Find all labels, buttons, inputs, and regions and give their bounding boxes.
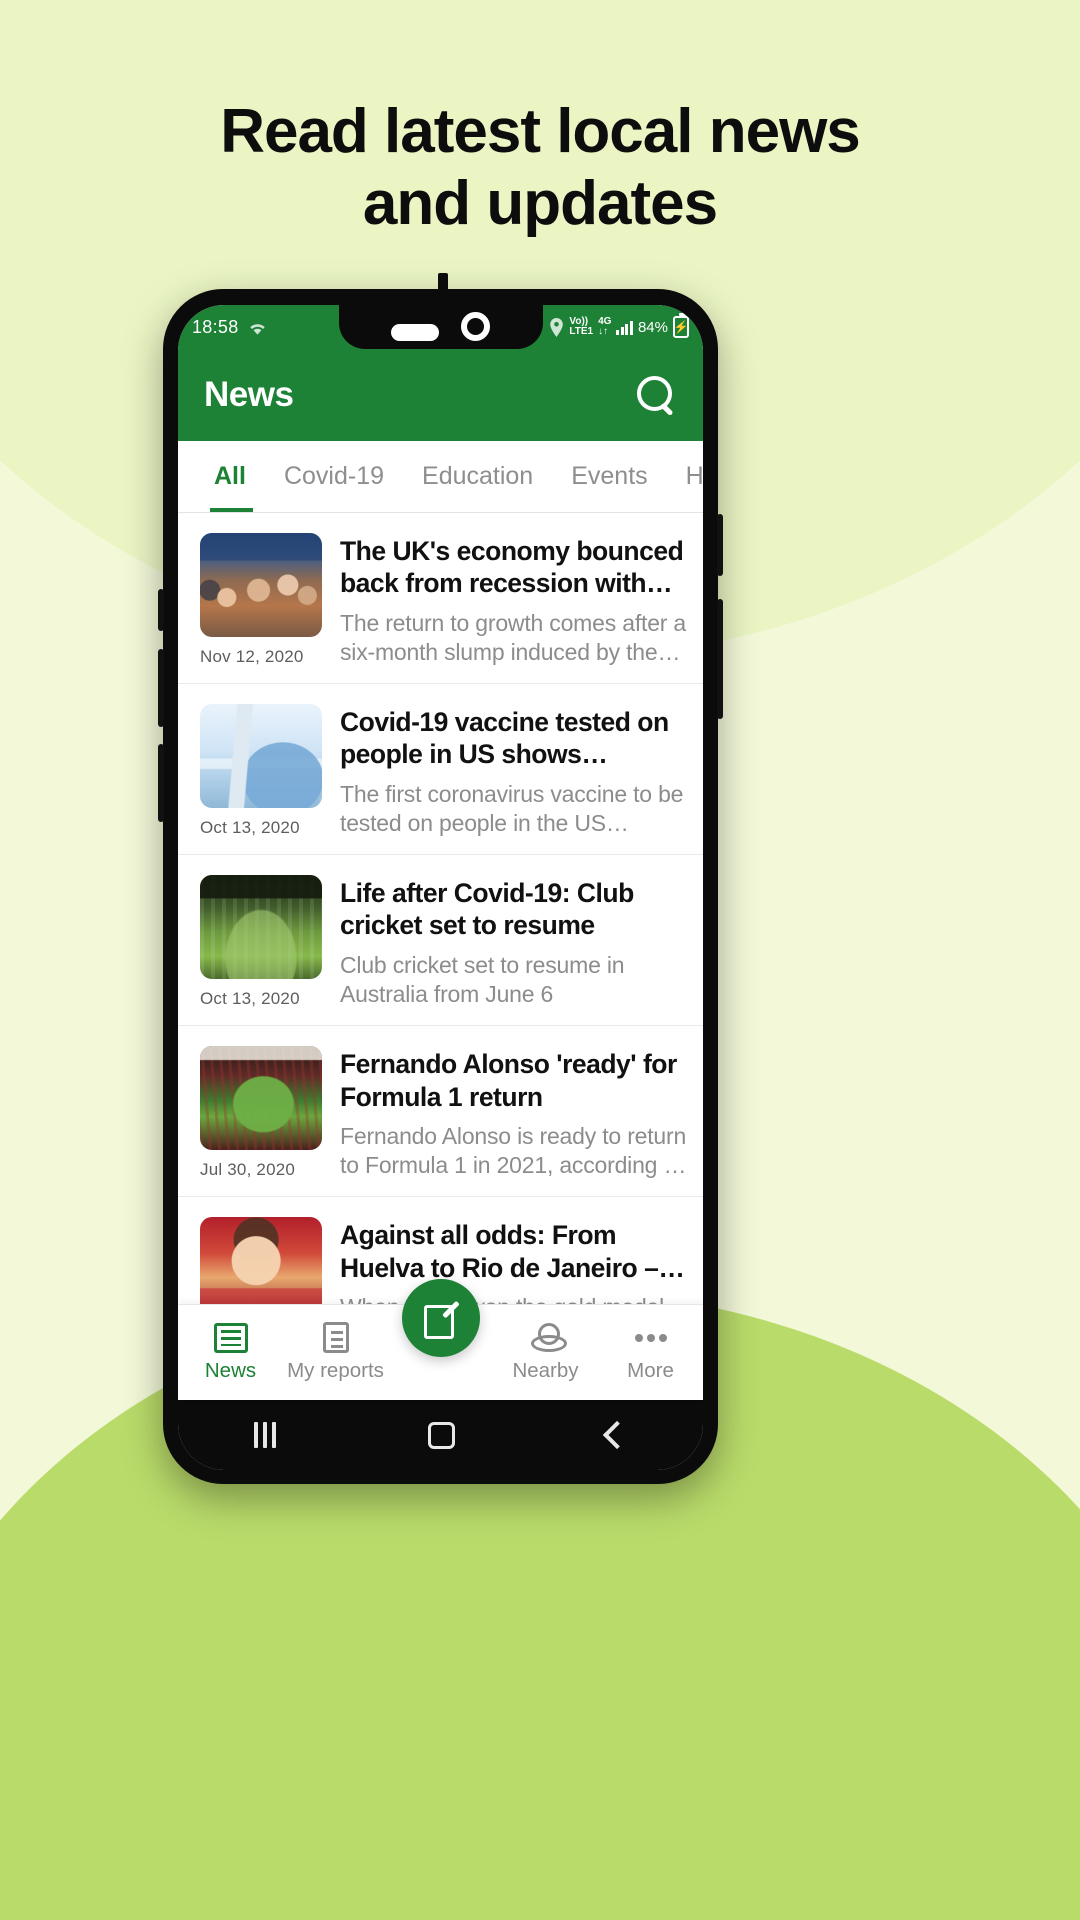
- phone-button-left-2: [158, 649, 164, 727]
- news-title: The UK's economy bounced back from reces…: [340, 536, 684, 599]
- signal-bars-icon: [616, 320, 633, 335]
- news-text-column: Life after Covid-19: Club cricket set to…: [340, 875, 687, 1009]
- tab-all[interactable]: All: [178, 441, 265, 512]
- phone-notch: [338, 305, 543, 349]
- tab-education[interactable]: Education: [403, 441, 552, 512]
- phone-button-right-2: [717, 599, 723, 719]
- status-bar-right: Vo)) LTE1 4G ↓↑ 84% ⚡: [549, 305, 689, 349]
- phone-button-left-1: [158, 589, 164, 631]
- phone-button-right-1: [717, 514, 723, 576]
- phone-screen: 18:58 Vo)) LTE1 4G ↓↑ 84% ⚡ News All Cov…: [178, 305, 703, 1470]
- nav-label-my-reports: My reports: [287, 1359, 384, 1382]
- compose-fab-button[interactable]: [401, 1279, 480, 1357]
- home-icon[interactable]: [428, 1421, 455, 1449]
- battery-charging-icon: ⚡: [673, 313, 689, 338]
- nav-label-news: News: [204, 1358, 257, 1382]
- nav-item-news[interactable]: News: [178, 1322, 283, 1383]
- bottom-navigation-bar[interactable]: News My reports Nearby More: [178, 1279, 703, 1400]
- news-text-column: The UK's economy bounced back from reces…: [340, 533, 687, 667]
- search-icon[interactable]: [635, 374, 677, 416]
- phone-button-left-3: [158, 744, 164, 822]
- news-description: The first coronavirus vaccine to be test…: [340, 780, 684, 836]
- tab-covid-19[interactable]: Covid-19: [265, 441, 403, 512]
- tab-events[interactable]: Events: [552, 441, 666, 512]
- thumbnail-formula-1: [200, 1046, 322, 1151]
- battery-percent-label: 84%: [637, 318, 668, 336]
- news-description: Club cricket set to resume in Australia …: [340, 951, 625, 1007]
- news-date: Jul 30, 2020: [200, 1160, 296, 1180]
- network-type-indicator: 4G ↓↑: [598, 316, 612, 337]
- thumbnail-uk-economy: [200, 533, 322, 637]
- news-text-column: Fernando Alonso 'ready' for Formula 1 re…: [340, 1046, 687, 1180]
- news-thumb-column: Jul 30, 2020: [200, 1046, 322, 1180]
- nav-item-nearby[interactable]: Nearby: [493, 1322, 598, 1383]
- nearby-location-icon: [529, 1322, 567, 1353]
- news-text-column: Covid-19 vaccine tested on people in US …: [340, 704, 687, 838]
- promo-headline: Read latest local news and updates: [0, 96, 1080, 240]
- report-document-icon: [322, 1322, 349, 1353]
- news-title: Life after Covid-19: Club cricket set to…: [340, 878, 634, 941]
- recent-apps-icon[interactable]: [254, 1422, 276, 1448]
- news-list-item[interactable]: Oct 13, 2020 Life after Covid-19: Club c…: [178, 855, 703, 1027]
- phone-mockup: 18:58 Vo)) LTE1 4G ↓↑ 84% ⚡ News All Cov…: [158, 273, 723, 1484]
- nav-label-more: More: [627, 1358, 674, 1382]
- news-title: Against all odds: From Huelva to Rio de …: [340, 1220, 659, 1283]
- earpiece-speaker: [391, 324, 439, 341]
- location-pin-icon: [549, 317, 564, 337]
- nav-label-nearby: Nearby: [512, 1358, 579, 1382]
- android-navigation-bar[interactable]: [178, 1400, 703, 1470]
- volte-indicator: Vo)) LTE1: [569, 316, 594, 337]
- news-thumb-column: Oct 13, 2020: [200, 704, 322, 838]
- nav-item-more[interactable]: More: [598, 1323, 703, 1383]
- promo-headline-line2: and updates: [362, 168, 718, 238]
- news-list[interactable]: Nov 12, 2020 The UK's economy bounced ba…: [178, 513, 703, 1304]
- news-date: Nov 12, 2020: [200, 647, 304, 666]
- thumbnail-covid-vaccine: [200, 704, 322, 809]
- nav-item-my-reports[interactable]: My reports: [283, 1322, 388, 1383]
- news-text-column: Against all odds: From Huelva to Rio de …: [340, 1217, 687, 1304]
- news-description: When Marin won the gold medal at: [340, 1293, 687, 1304]
- category-tab-bar[interactable]: All Covid-19 Education Events Health: [178, 441, 703, 513]
- status-bar-left: 18:58: [192, 317, 267, 338]
- news-list-item[interactable]: Jul 30, 2020 Fernando Alonso 'ready' for…: [178, 1026, 703, 1198]
- page-title: News: [204, 375, 294, 414]
- news-thumb-column: Nov 12, 2020: [200, 533, 322, 667]
- promo-headline-line1: Read latest local news: [220, 97, 861, 166]
- news-date: Oct 13, 2020: [200, 818, 300, 838]
- status-time: 18:58: [192, 316, 239, 337]
- compose-edit-icon: [423, 1301, 458, 1339]
- news-description: The return to growth comes after a six-m…: [340, 609, 687, 665]
- back-icon[interactable]: [602, 1420, 632, 1450]
- news-title: Fernando Alonso 'ready' for Formula 1 re…: [340, 1049, 677, 1112]
- tab-health[interactable]: Health: [667, 441, 703, 512]
- news-list-item[interactable]: Oct 13, 2020 Covid-19 vaccine tested on …: [178, 684, 703, 856]
- news-list-item[interactable]: Nov 12, 2020 The UK's economy bounced ba…: [178, 513, 703, 685]
- app-bar: News: [178, 349, 703, 441]
- front-camera: [461, 312, 490, 341]
- wifi-icon: [248, 320, 267, 335]
- status-bar: 18:58 Vo)) LTE1 4G ↓↑ 84% ⚡: [178, 305, 703, 349]
- more-dots-icon: [634, 1323, 668, 1353]
- news-thumb-column: Oct 13, 2020: [200, 875, 322, 1009]
- news-description: Fernando Alonso is ready to return to Fo…: [340, 1122, 687, 1179]
- thumbnail-club-cricket: [200, 875, 322, 980]
- news-date: Oct 13, 2020: [200, 989, 300, 1009]
- thumbnail-carolina-marin: [200, 1217, 322, 1304]
- news-thumb-column: [200, 1217, 322, 1304]
- phone-top-notch-dot: [438, 273, 448, 295]
- news-icon: [213, 1322, 248, 1353]
- news-title: Covid-19 vaccine tested on people in US …: [340, 707, 669, 770]
